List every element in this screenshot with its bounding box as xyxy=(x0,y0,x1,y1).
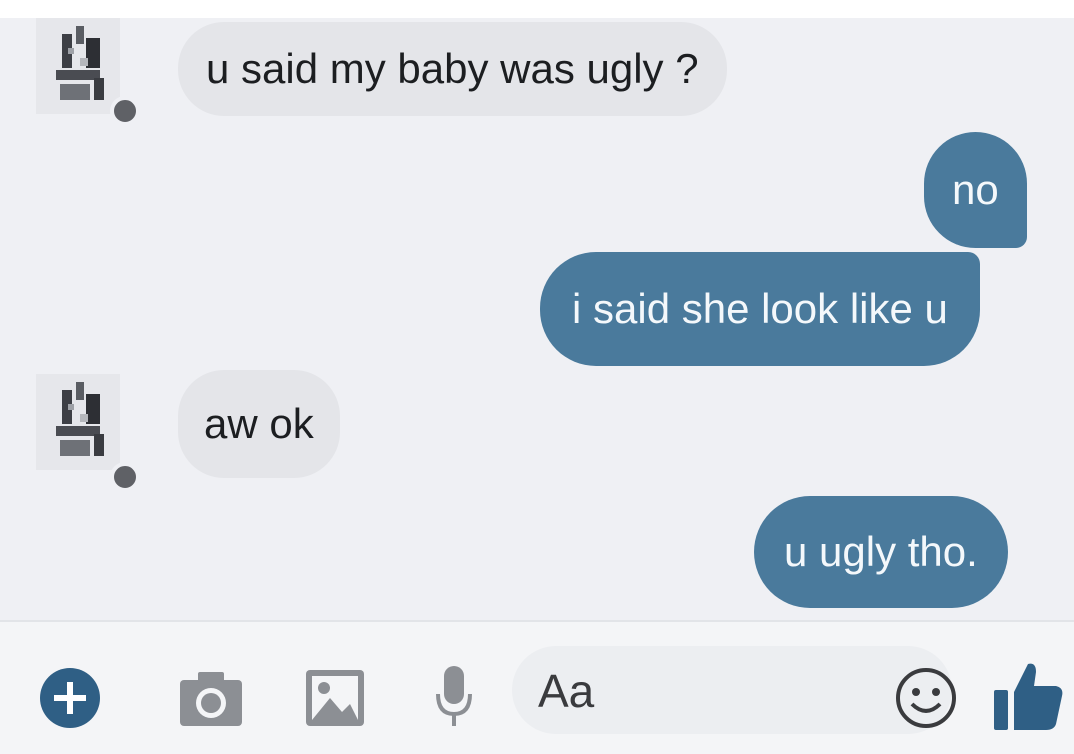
image-icon[interactable] xyxy=(304,668,366,728)
emoji-icon[interactable] xyxy=(894,666,958,730)
plus-icon[interactable] xyxy=(38,666,102,730)
message-text: u said my baby was ugly ? xyxy=(206,45,699,92)
message-text: no xyxy=(952,166,999,213)
presence-dot xyxy=(110,462,140,492)
message-input[interactable]: Aa xyxy=(512,646,952,734)
incoming-message[interactable]: u said my baby was ugly ? xyxy=(178,22,727,116)
presence-dot xyxy=(110,96,140,126)
outgoing-message[interactable]: no xyxy=(924,132,1027,248)
message-text: i said she look like u xyxy=(572,285,948,332)
contact-avatar[interactable] xyxy=(36,374,140,492)
avatar-image xyxy=(36,374,120,470)
contact-avatar[interactable] xyxy=(36,18,140,126)
microphone-icon[interactable] xyxy=(434,664,474,730)
message-text: aw ok xyxy=(204,400,314,447)
avatar-image xyxy=(36,18,120,114)
message-text: u ugly tho. xyxy=(784,528,978,575)
camera-icon[interactable] xyxy=(178,670,244,728)
thumbs-up-icon[interactable] xyxy=(990,658,1066,734)
message-thread[interactable]: u said my baby was ugly ? no i said she … xyxy=(0,18,1074,620)
top-strip xyxy=(0,0,1074,18)
composer-bar: Aa xyxy=(0,620,1074,754)
outgoing-message[interactable]: u ugly tho. xyxy=(754,496,1008,608)
outgoing-message[interactable]: i said she look like u xyxy=(540,252,980,366)
incoming-message[interactable]: aw ok xyxy=(178,370,340,478)
message-input-placeholder: Aa xyxy=(538,665,595,717)
